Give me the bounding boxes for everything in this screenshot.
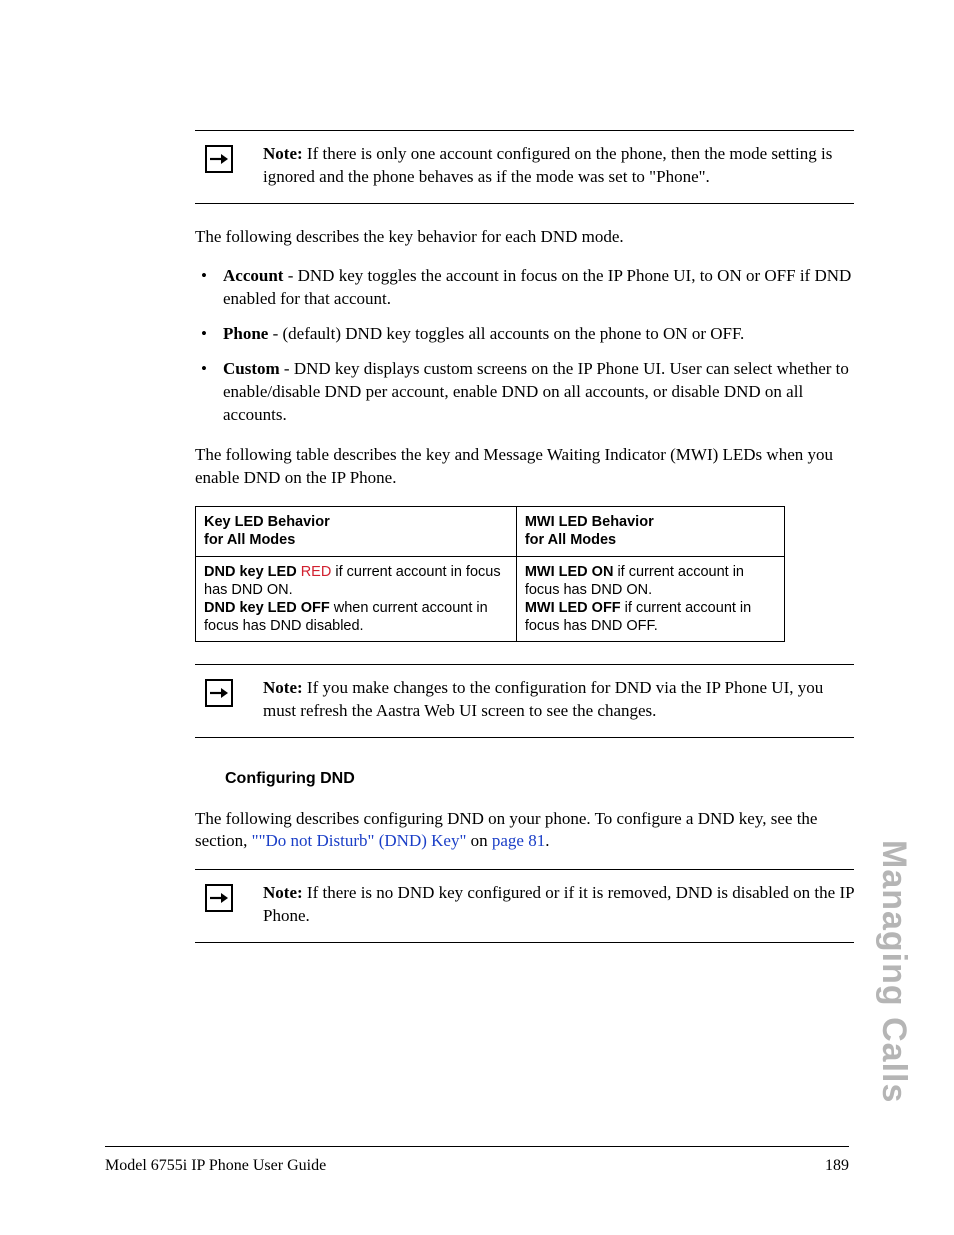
arrow-icon bbox=[205, 145, 233, 173]
note-box: Note: If there is no DND key configured … bbox=[195, 869, 854, 943]
led-behavior-table: Key LED Behavior for All Modes MWI LED B… bbox=[195, 506, 785, 642]
note-body: If you make changes to the configuration… bbox=[263, 678, 823, 720]
list-item: Account - DND key toggles the account in… bbox=[195, 265, 854, 311]
note-box: Note: If there is only one account confi… bbox=[195, 130, 854, 204]
cell-red: RED bbox=[301, 564, 332, 580]
cell-bold: MWI LED OFF bbox=[525, 600, 621, 616]
table-header-line: Key LED Behavior bbox=[204, 514, 330, 530]
table-header-row: Key LED Behavior for All Modes MWI LED B… bbox=[196, 507, 785, 556]
cell-bold: DND key LED OFF bbox=[204, 600, 330, 616]
link-dnd-key[interactable]: ""Do not Disturb" (DND) Key" bbox=[252, 831, 467, 850]
list-item-label: Custom bbox=[223, 359, 280, 378]
note-body: If there is only one account configured … bbox=[263, 144, 832, 186]
list-item: Custom - DND key displays custom screens… bbox=[195, 358, 854, 427]
arrow-icon bbox=[205, 679, 233, 707]
arrow-right-icon bbox=[209, 891, 229, 905]
note-body: If there is no DND key configured or if … bbox=[263, 883, 854, 925]
footer-title: Model 6755i IP Phone User Guide bbox=[105, 1155, 326, 1177]
table-header-cell: Key LED Behavior for All Modes bbox=[196, 507, 517, 556]
list-item: Phone - (default) DND key toggles all ac… bbox=[195, 323, 854, 346]
table-header-cell: MWI LED Behavior for All Modes bbox=[516, 507, 784, 556]
list-item-label: Phone bbox=[223, 324, 268, 343]
section-heading: Configuring DND bbox=[225, 768, 854, 790]
cell-bold: DND key LED bbox=[204, 564, 301, 580]
arrow-right-icon bbox=[209, 686, 229, 700]
table-cell: MWI LED ON if current account in focus h… bbox=[516, 556, 784, 642]
table-header-line: for All Modes bbox=[525, 532, 616, 548]
table-cell: DND key LED RED if current account in fo… bbox=[196, 556, 517, 642]
table-header-line: for All Modes bbox=[204, 532, 295, 548]
arrow-right-icon bbox=[209, 152, 229, 166]
paragraph-text: . bbox=[545, 831, 549, 850]
list-item-text: - DND key displays custom screens on the… bbox=[223, 359, 849, 424]
list-item-text: - DND key toggles the account in focus o… bbox=[223, 266, 851, 308]
page-number: 189 bbox=[825, 1155, 849, 1177]
note-label: Note: bbox=[263, 883, 303, 902]
paragraph: The following table describes the key an… bbox=[195, 444, 854, 490]
page-footer: Model 6755i IP Phone User Guide 189 bbox=[105, 1146, 849, 1177]
arrow-icon bbox=[205, 884, 233, 912]
section-tab: Managing Calls bbox=[870, 840, 916, 1103]
link-page-81[interactable]: page 81 bbox=[492, 831, 545, 850]
paragraph: The following describes configuring DND … bbox=[195, 808, 854, 854]
paragraph: The following describes the key behavior… bbox=[195, 226, 854, 249]
note-label: Note: bbox=[263, 144, 303, 163]
note-text: Note: If you make changes to the configu… bbox=[263, 677, 854, 723]
note-box: Note: If you make changes to the configu… bbox=[195, 664, 854, 738]
list-item-text: - (default) DND key toggles all accounts… bbox=[268, 324, 744, 343]
paragraph-text: on bbox=[466, 831, 492, 850]
note-text: Note: If there is only one account confi… bbox=[263, 143, 854, 189]
table-row: DND key LED RED if current account in fo… bbox=[196, 556, 785, 642]
mode-list: Account - DND key toggles the account in… bbox=[195, 265, 854, 427]
table-header-line: MWI LED Behavior bbox=[525, 514, 654, 530]
note-label: Note: bbox=[263, 678, 303, 697]
list-item-label: Account bbox=[223, 266, 283, 285]
cell-bold: MWI LED ON bbox=[525, 564, 614, 580]
note-text: Note: If there is no DND key configured … bbox=[263, 882, 854, 928]
